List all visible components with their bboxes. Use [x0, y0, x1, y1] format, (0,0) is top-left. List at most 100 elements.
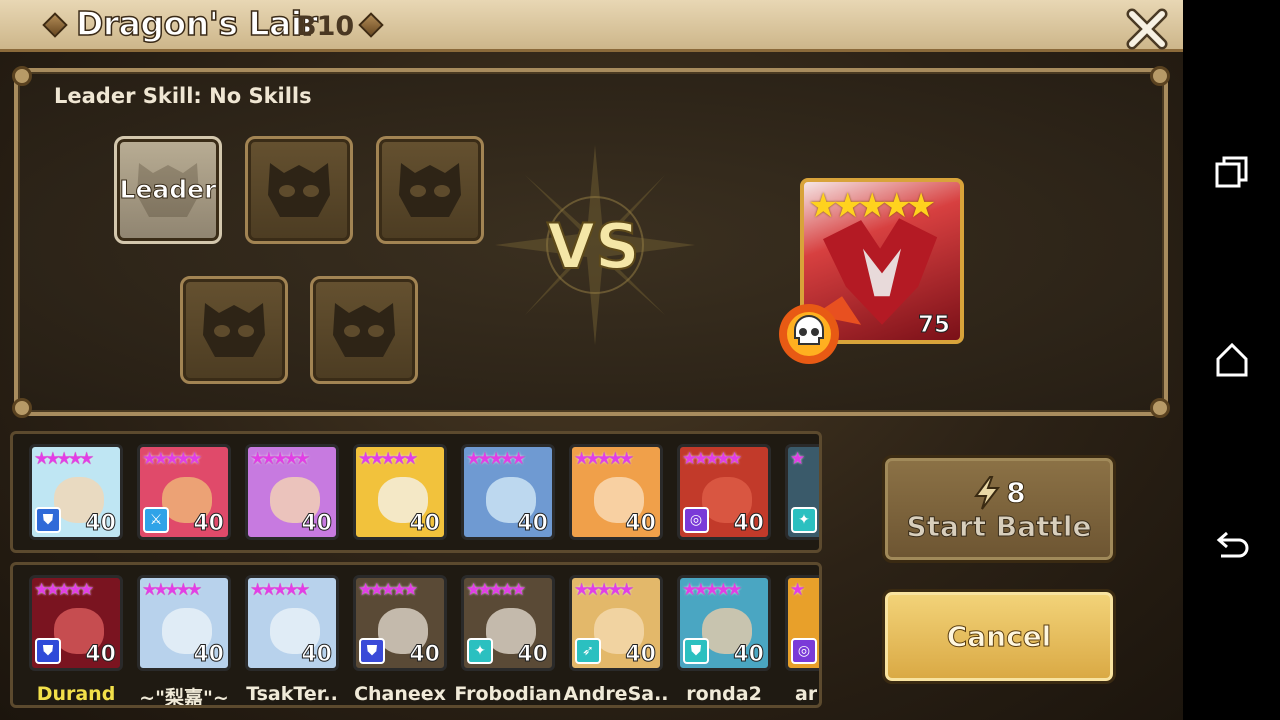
friend-name: ronda2 — [686, 683, 762, 705]
team-slot-3[interactable] — [376, 136, 484, 244]
cancel-label: Cancel — [946, 620, 1052, 654]
monster-card[interactable]: ★★★★★ ⛊ 40 — [677, 575, 771, 671]
system-nav-bar — [1183, 0, 1280, 720]
monster-level: 40 — [409, 511, 441, 537]
corner-ornament-icon — [12, 66, 32, 86]
feather-icon: ➶ — [575, 638, 601, 664]
monster-stars: ★★★★★ — [466, 580, 526, 600]
diamond-ornament-icon — [42, 12, 68, 38]
monster-card-partial[interactable]: ★ ✦ — [785, 444, 819, 540]
monster-level: 40 — [193, 511, 225, 537]
empty-slot-mask-icon — [333, 303, 395, 357]
dungeon-floor: B10 — [296, 11, 355, 42]
monster-row-1[interactable]: ★★★★★ ⛊ 40 ★★★★★ ⚔ 40 ★★★★★ 40 ★★★★★ 40 … — [10, 431, 822, 553]
monster-stars: ★★★★★ — [34, 580, 94, 600]
monster-card[interactable]: ★★★★★ ◎ 40 — [677, 444, 771, 540]
monster-level: 40 — [301, 511, 333, 537]
friend-name: ar — [795, 683, 817, 705]
monster-stars: ★★★★★ — [250, 580, 310, 600]
close-icon — [1126, 8, 1168, 50]
back-icon — [1216, 531, 1249, 558]
monster-stars: ★★★★★ — [682, 449, 742, 469]
boss-level: 75 — [917, 312, 950, 339]
friend-name: AndreSa.. — [563, 683, 669, 705]
friend-name: ~"梨嘉"~ — [139, 687, 229, 708]
back-button[interactable] — [1211, 526, 1253, 568]
monster-level: 40 — [301, 642, 333, 668]
empty-slot-mask-icon — [268, 163, 330, 217]
corner-ornament-icon — [12, 398, 32, 418]
monster-card[interactable]: ★★★★★ ⚔ 40 — [137, 444, 231, 540]
monster-level: 40 — [517, 642, 549, 668]
recent-apps-icon — [1215, 156, 1248, 188]
game-screen: Dragon's Lair B10 Leader Skill: No Skill… — [0, 0, 1183, 720]
monster-card[interactable]: ★★★★★ ⛊ 40 — [29, 444, 123, 540]
shield-icon: ⛊ — [683, 638, 709, 664]
monster-level: 40 — [517, 511, 549, 537]
monster-level: 40 — [409, 642, 441, 668]
monster-card[interactable]: ★★★★★ 40 — [245, 575, 339, 671]
monster-card-partial[interactable]: ★ ◎ — [785, 575, 819, 671]
monster-row-2[interactable]: ★★★★★ ⛊ 40 Durand ★★★★★ 40 ~"梨嘉"~ ★★★★★ … — [10, 562, 822, 708]
monster-card[interactable]: ★★★★★ ⛊ 40 — [29, 575, 123, 671]
shield-icon: ⛊ — [35, 638, 61, 664]
monster-stars: ★★★★★ — [34, 449, 94, 469]
team-slot-4[interactable] — [180, 276, 288, 384]
recent-apps-button[interactable] — [1211, 152, 1253, 194]
monster-card[interactable]: ★★★★★ ➶ 40 — [569, 575, 663, 671]
leader-skill-text: Leader Skill: No Skills — [54, 84, 312, 108]
monster-card[interactable]: ★★★★★ 40 — [569, 444, 663, 540]
friend-name: Chaneex — [354, 683, 446, 705]
monster-level: 40 — [85, 511, 117, 537]
team-slot-leader[interactable]: Leader — [114, 136, 222, 244]
cancel-button[interactable]: Cancel — [882, 589, 1116, 684]
shield-icon: ⛊ — [359, 638, 385, 664]
friend-name: Durand — [36, 683, 116, 705]
corner-ornament-icon — [1150, 66, 1170, 86]
monster-level: 40 — [193, 642, 225, 668]
monster-stars: ★★★★★ — [142, 449, 202, 469]
empty-slot-mask-icon — [399, 163, 461, 217]
team-slot-2[interactable] — [245, 136, 353, 244]
start-battle-label: Start Battle — [906, 509, 1092, 543]
monster-stars: ★★★★★ — [142, 580, 202, 600]
monster-card[interactable]: ★★★★★ 40 — [353, 444, 447, 540]
leader-label: Leader — [119, 175, 217, 205]
monster-stars: ★★★★★ — [250, 449, 310, 469]
monster-stars: ★★★★★ — [358, 580, 418, 600]
energy-bolt-icon — [974, 475, 1001, 510]
figure-icon: ✦ — [791, 507, 817, 533]
monster-level: 40 — [625, 511, 657, 537]
monster-card[interactable]: ★★★★★ 40 — [245, 444, 339, 540]
home-button[interactable] — [1211, 339, 1253, 381]
start-battle-button[interactable]: 8 Start Battle — [882, 455, 1116, 563]
energy-cost: 8 — [972, 475, 1027, 510]
monster-level: 40 — [733, 511, 765, 537]
home-icon — [1216, 342, 1248, 377]
team-slot-5[interactable] — [310, 276, 418, 384]
monster-stars: ★ — [790, 449, 805, 469]
energy-cost-value: 8 — [1006, 476, 1027, 510]
monster-card[interactable]: ★★★★★ 40 — [461, 444, 555, 540]
monster-level: 40 — [625, 642, 657, 668]
monster-level: 40 — [85, 642, 117, 668]
title-bar: Dragon's Lair B10 — [0, 0, 1183, 52]
figure-icon: ✦ — [467, 638, 493, 664]
monster-level: 40 — [733, 642, 765, 668]
skull-icon — [779, 304, 839, 364]
sword-icon: ⚔ — [143, 507, 169, 533]
friend-name: TsakTer.. — [246, 683, 338, 705]
close-button[interactable] — [1124, 6, 1170, 52]
monster-card[interactable]: ★★★★★ 40 — [137, 575, 231, 671]
monster-card[interactable]: ★★★★★ ⛊ 40 — [353, 575, 447, 671]
monster-card[interactable]: ★★★★★ ✦ 40 — [461, 575, 555, 671]
monster-stars: ★★★★★ — [574, 580, 634, 600]
diamond-ornament-icon — [358, 12, 384, 38]
monster-stars: ★★★★★ — [358, 449, 418, 469]
monster-stars: ★★★★★ — [466, 449, 526, 469]
empty-slot-mask-icon — [203, 303, 265, 357]
monster-stars: ★★★★★ — [574, 449, 634, 469]
dungeon-title: Dragon's Lair — [75, 3, 318, 44]
target-icon: ◎ — [683, 507, 709, 533]
monster-stars: ★ — [790, 580, 805, 600]
